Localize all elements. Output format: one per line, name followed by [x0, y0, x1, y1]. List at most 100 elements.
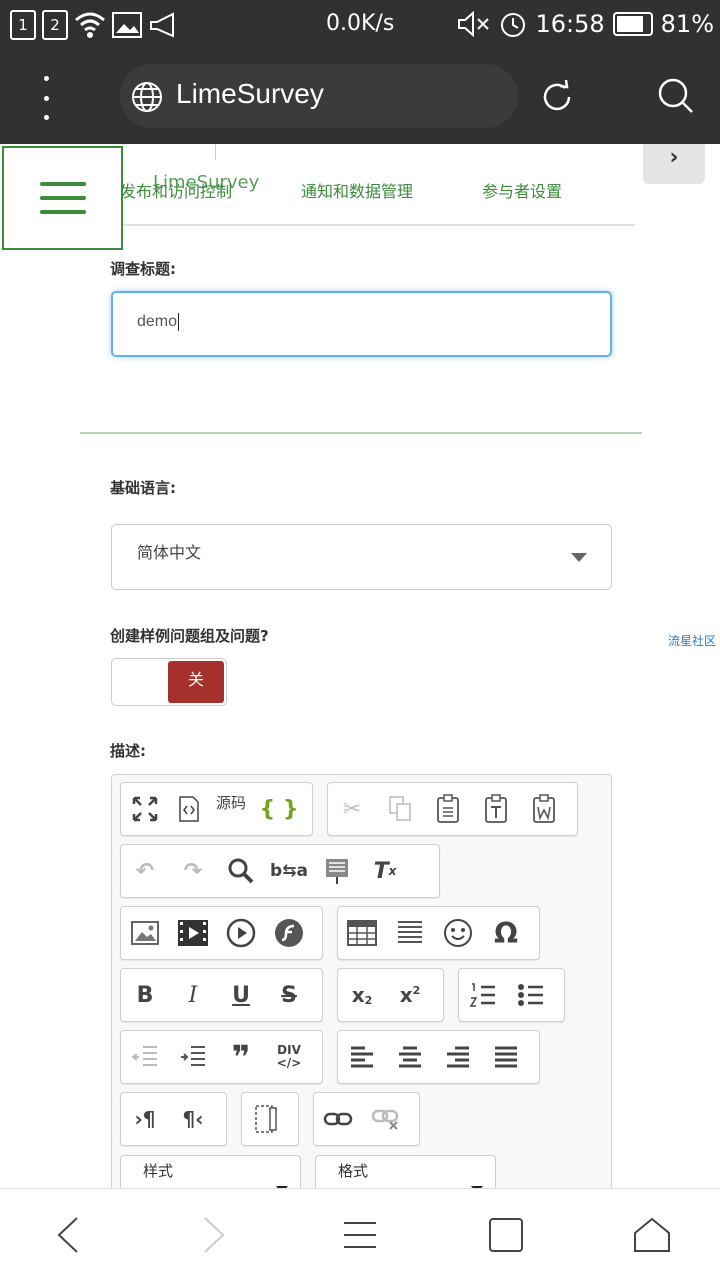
survey-title-value: demo — [137, 313, 178, 331]
outdent-icon[interactable] — [121, 1032, 169, 1082]
bullet-list-icon[interactable] — [507, 970, 555, 1020]
rtl-icon[interactable]: ¶‹ — [169, 1094, 217, 1144]
base-language-label: 基础语言: — [110, 479, 176, 497]
net-speed: 0.0K/s — [326, 11, 395, 36]
paste-text-icon[interactable] — [472, 784, 520, 834]
align-center-icon[interactable] — [386, 1032, 434, 1082]
replace-icon[interactable]: b⇆a — [265, 846, 313, 896]
toolbar-group-editing: ↶ ↷ b⇆a Tx — [120, 844, 440, 898]
forward-button[interactable] — [188, 1209, 240, 1261]
reload-icon[interactable] — [538, 78, 576, 116]
source-button[interactable]: 源码 — [209, 784, 253, 834]
link-icon[interactable] — [314, 1094, 362, 1144]
survey-title-input[interactable]: demo — [111, 291, 612, 357]
address-bar[interactable]: LimeSurvey — [120, 64, 518, 128]
video-icon[interactable] — [169, 908, 217, 958]
megaphone-icon — [150, 12, 174, 38]
style-combo[interactable]: 样式 — [120, 1155, 301, 1188]
base-language-select[interactable]: 简体中文 — [111, 524, 612, 590]
chevron-down-icon — [571, 553, 587, 562]
search-icon[interactable] — [656, 76, 696, 116]
expression-icon[interactable]: { } — [253, 784, 305, 834]
find-icon[interactable] — [217, 846, 265, 896]
brand-logo-text: LimeSurvey — [153, 172, 260, 193]
hamburger-menu-button[interactable] — [2, 146, 123, 250]
indent-icon[interactable] — [169, 1032, 217, 1082]
tab-participant-settings[interactable]: 参与者设置 — [482, 178, 562, 202]
home-button[interactable] — [626, 1209, 678, 1261]
description-label: 描述: — [110, 742, 146, 760]
flash-icon[interactable] — [265, 908, 313, 958]
italic-icon[interactable]: I — [169, 970, 217, 1020]
tab-scroll-right-button[interactable]: › — [643, 144, 705, 184]
more-menu-button[interactable] — [36, 76, 56, 120]
base-language-value: 简体中文 — [137, 543, 202, 562]
battery-icon — [612, 12, 653, 36]
web-page: 发布和访问控制 LimeSurvey 通知和数据管理 参与者设置 › 调查标题:… — [0, 144, 720, 1188]
subscript-icon[interactable]: x2 — [338, 970, 386, 1020]
ltr-icon[interactable]: ›¶ — [121, 1094, 169, 1144]
sim1-icon: 1 — [10, 10, 36, 40]
image-insert-icon[interactable] — [121, 908, 169, 958]
format-combo-label: 格式 — [338, 1162, 369, 1180]
toolbar-group-media — [120, 906, 323, 960]
tab-notification-data[interactable]: 通知和数据管理 — [301, 178, 413, 202]
align-right-icon[interactable] — [434, 1032, 482, 1082]
strikethrough-icon[interactable]: S — [265, 970, 313, 1020]
page-break-icon[interactable] — [242, 1094, 290, 1144]
clock: 16:58 — [535, 10, 605, 38]
bold-icon[interactable]: B — [121, 970, 169, 1020]
remove-format-icon[interactable]: Tx — [361, 846, 409, 896]
horizontal-line-icon[interactable] — [386, 908, 434, 958]
underline-icon[interactable]: U — [217, 970, 265, 1020]
status-bar: 1 2 0.0K/s 16:58 81% — [0, 0, 720, 52]
divider — [215, 144, 216, 160]
toolbar-group-align — [337, 1030, 540, 1084]
toggle-off-label: 关 — [168, 661, 224, 703]
side-community-link[interactable]: 流星社区 — [668, 632, 716, 649]
audio-play-icon[interactable] — [217, 908, 265, 958]
table-icon[interactable] — [338, 908, 386, 958]
redo-icon[interactable]: ↷ — [169, 846, 217, 896]
maximize-icon[interactable] — [121, 784, 169, 834]
sim1-label: 1 — [18, 16, 28, 34]
battery-percent: 81% — [660, 10, 714, 38]
tabs-button[interactable] — [480, 1209, 532, 1261]
style-combo-label: 样式 — [143, 1162, 174, 1180]
toolbar-group-script: x2 x2 — [337, 968, 444, 1022]
sim2-icon: 2 — [42, 10, 68, 40]
toolbar-group-links — [313, 1092, 420, 1146]
special-char-icon[interactable]: Ω — [482, 908, 530, 958]
justify-icon[interactable] — [482, 1032, 530, 1082]
browser-bottom-nav — [0, 1188, 720, 1280]
paste-word-icon[interactable] — [520, 784, 568, 834]
toolbar-group-pagebreak — [241, 1092, 299, 1146]
toolbar-group-blocks: ❞ DIV </> — [120, 1030, 323, 1084]
sim2-label: 2 — [50, 16, 60, 34]
text-caret — [178, 313, 180, 331]
url-text: LimeSurvey — [176, 78, 324, 109]
section-divider — [80, 432, 642, 434]
copy-icon[interactable] — [376, 784, 424, 834]
paste-icon[interactable] — [424, 784, 472, 834]
select-all-icon[interactable] — [313, 846, 361, 896]
toolbar-group-basic-styles: B I U S — [120, 968, 323, 1022]
cut-icon[interactable]: ✂ — [328, 784, 376, 834]
unlink-icon[interactable] — [362, 1094, 410, 1144]
blockquote-icon[interactable]: ❞ — [217, 1032, 265, 1082]
back-button[interactable] — [42, 1209, 94, 1261]
div-container-icon[interactable]: DIV </> — [265, 1032, 313, 1082]
superscript-icon[interactable]: x2 — [386, 970, 434, 1020]
create-sample-toggle[interactable]: 关 — [111, 658, 227, 706]
toolbar-group-clipboard: ✂ — [327, 782, 578, 836]
description-editor[interactable]: 源码 { } ✂ ↶ ↷ b⇆a Tx Ω B I U S x 2 x 2 ❞ … — [111, 774, 612, 1188]
undo-icon[interactable]: ↶ — [121, 846, 169, 896]
align-left-icon[interactable] — [338, 1032, 386, 1082]
menu-button[interactable] — [334, 1209, 386, 1261]
globe-icon — [132, 82, 162, 112]
format-combo[interactable]: 格式 — [315, 1155, 496, 1188]
tab-underline — [110, 224, 635, 226]
smiley-icon[interactable] — [434, 908, 482, 958]
source-code-icon[interactable] — [169, 784, 209, 834]
numbered-list-icon[interactable] — [459, 970, 507, 1020]
